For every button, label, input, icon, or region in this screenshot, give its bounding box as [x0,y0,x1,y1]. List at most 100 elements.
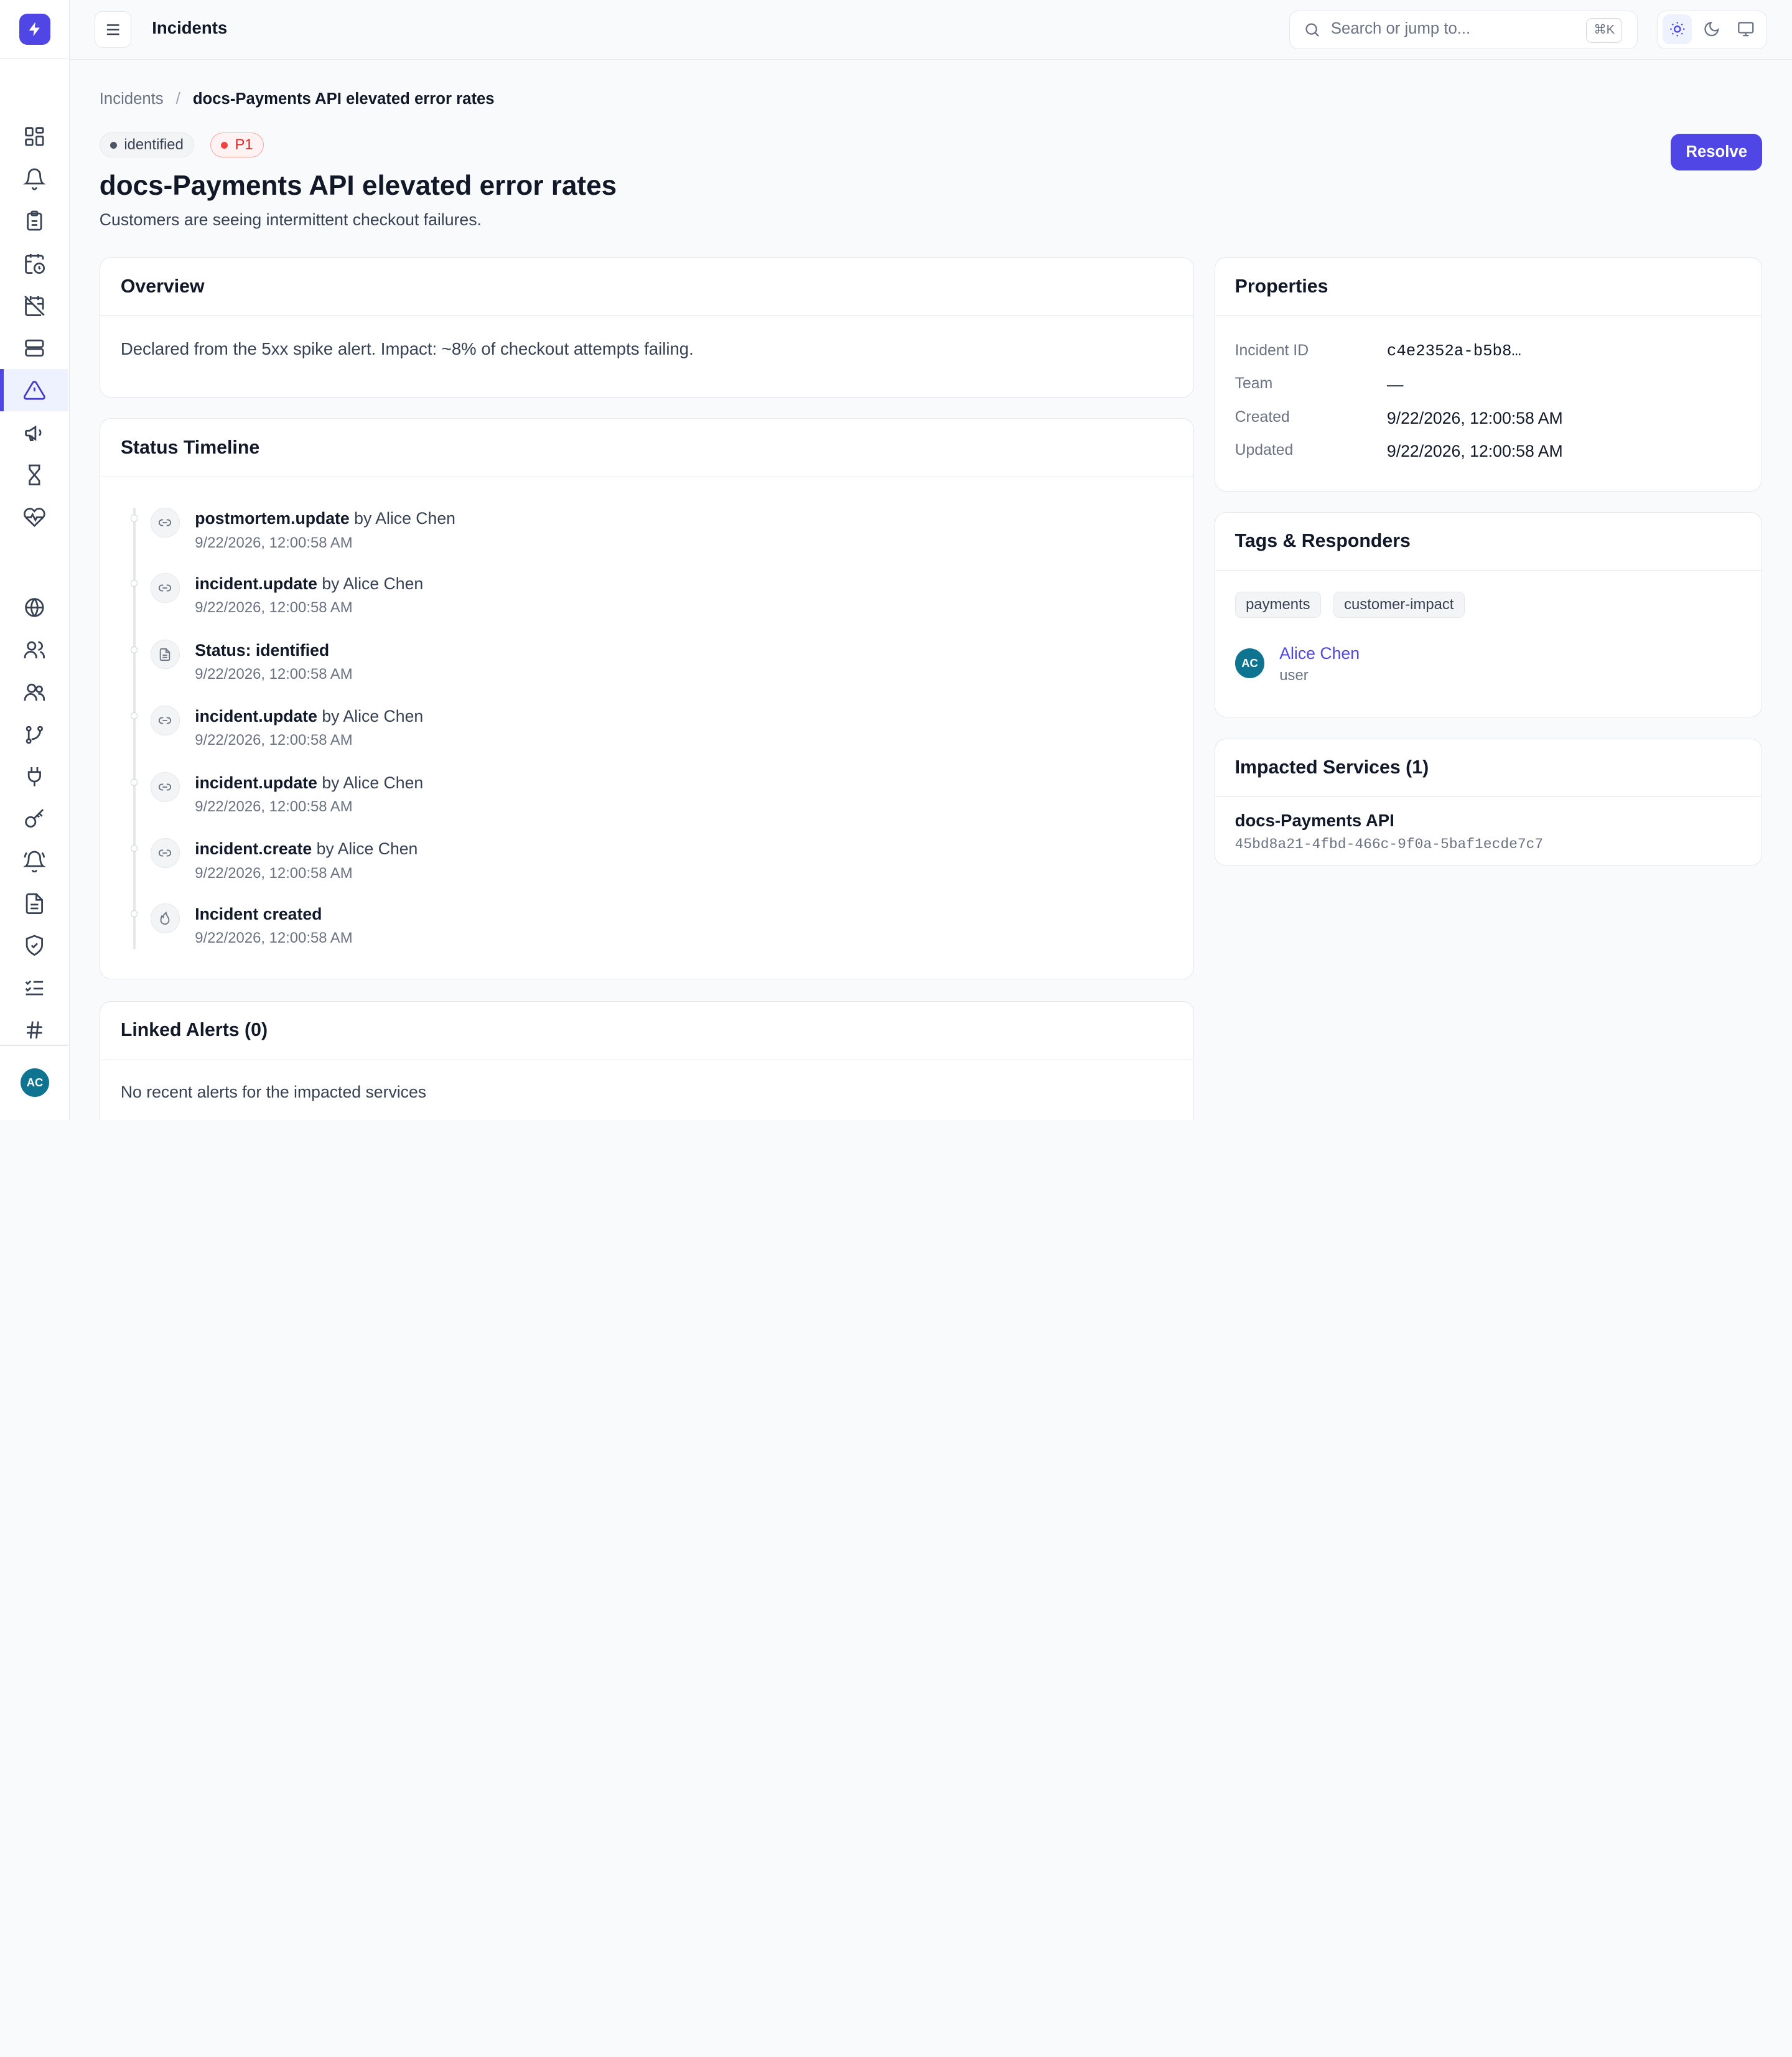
timeline-time: 9/22/2026, 12:00:58 AM [195,732,353,749]
monitor-icon [1737,22,1754,37]
timeline-event: Incident created [195,904,322,923]
properties-card: Properties Incident ID c4e2352a-b5b8… Te… [1215,257,1763,492]
dark-theme-button[interactable] [1697,14,1727,44]
properties-heading: Properties [1215,258,1762,316]
property-value[interactable]: c4e2352a-b5b8… [1387,342,1521,360]
timeline-time: 9/22/2026, 12:00:58 AM [195,864,353,882]
timeline-time: 9/22/2026, 12:00:58 AM [195,534,353,551]
dashboard-icon [24,127,44,146]
hamburger-icon [107,24,119,35]
severity-dot [221,141,228,149]
sidebar-item-announcements[interactable] [0,411,68,454]
sidebar-item-schedules[interactable] [0,242,68,284]
sidebar-item-incidents[interactable] [0,369,69,412]
sidebar-item-workflows[interactable] [0,713,68,755]
sidebar-divider [0,1044,69,1046]
light-theme-button[interactable] [1662,14,1692,44]
menu-toggle-button[interactable] [95,11,132,49]
search-shortcut-hint: ⌘K [1586,17,1623,43]
timeline-event: incident.update [195,707,317,726]
timeline-item: incident.update by Alice Chen 9/22/2026,… [100,772,1129,829]
sidebar-item-notifications[interactable] [0,840,68,882]
sidebar-item-timers[interactable] [0,454,68,496]
sidebar-item-services[interactable] [0,327,68,369]
property-label: Incident ID [1234,342,1309,360]
timeline-item: incident.update by Alice Chen 9/22/2026,… [100,706,1129,763]
bell-icon [22,168,46,190]
link-icon [150,508,180,538]
linked-alerts-card: Linked Alerts (0) No recent alerts for t… [99,1001,1195,1120]
sidebar-item-tasks[interactable] [0,200,68,242]
server-icon [24,339,44,357]
link-icon [150,573,180,603]
timeline-event: postmortem.update [195,509,350,528]
sidebar-item-security[interactable] [0,925,68,967]
git-branch-icon [26,725,43,744]
sidebar-item-alerts[interactable] [0,157,68,200]
status-badge: identified [99,133,195,158]
logo-bolt-icon[interactable] [19,14,50,45]
sidebar-item-dashboard[interactable] [0,116,68,158]
calendar-off-icon [24,296,45,316]
sidebar-item-maintenance[interactable] [0,284,68,327]
property-value: — [1386,375,1404,394]
timeline-item: incident.create by Alice Chen 9/22/2026,… [100,838,1129,895]
sidebar-item-api-keys[interactable] [0,798,68,840]
severity-badge: P1 [210,133,264,158]
system-theme-button[interactable] [1731,14,1761,44]
moon-icon [1704,22,1719,37]
resolve-button[interactable]: Resolve [1671,133,1763,170]
timeline-dot [131,778,138,786]
sun-icon [1669,22,1684,37]
sidebar-item-checklists[interactable] [0,967,68,1009]
breadcrumb-separator: / [175,90,180,108]
team-icon [24,683,45,701]
timeline-dot [131,646,138,653]
property-value: 9/22/2026, 12:00:58 AM [1386,441,1563,460]
list-checks-icon [25,981,43,996]
timeline-dot [131,580,138,587]
timeline-item: Status: identified 9/22/2026, 12:00:58 A… [100,639,1129,697]
timeline-item: postmortem.update by Alice Chen 9/22/202… [100,508,1129,565]
timeline-actor: by Alice Chen [322,574,424,593]
user-avatar[interactable]: AC [21,1068,49,1098]
overview-text: Declared from the 5xx spike alert. Impac… [120,338,694,358]
sidebar-item-health[interactable] [0,496,68,538]
sidebar-item-reports[interactable] [0,882,68,925]
plug-icon [27,767,41,786]
tag-chip[interactable]: payments [1234,591,1322,618]
timeline-event: incident.update [195,773,317,792]
search-input[interactable] [1330,17,1577,41]
timeline-item-title: Incident created [195,905,322,924]
overview-heading: Overview [100,258,1194,316]
impacted-services-heading: Impacted Services (1) [1215,739,1762,798]
timeline-item-title: incident.update by Alice Chen [195,707,423,726]
service-name-link[interactable]: docs-Payments API [1235,811,1394,831]
tags-responders-card: Tags & Responders payments customer-impa… [1215,511,1763,718]
timeline-item-title: incident.update by Alice Chen [195,773,423,793]
alert-triangle-icon [23,381,45,400]
page-description: Customers are seeing intermittent checko… [99,210,482,229]
tags-responders-heading: Tags & Responders [1215,513,1762,571]
sidebar-item-users[interactable] [0,628,68,671]
users-icon [24,641,45,658]
heart-pulse-icon [23,507,45,527]
hourglass-icon [28,464,40,485]
timeline-item-title: incident.update by Alice Chen [195,574,423,594]
timeline-item: incident.update by Alice Chen 9/22/2026,… [100,573,1129,630]
sidebar-item-integrations[interactable] [0,755,68,798]
tag-chip[interactable]: customer-impact [1333,591,1465,618]
timeline-item-title: incident.create by Alice Chen [195,839,418,859]
timeline-time: 9/22/2026, 12:00:58 AM [195,665,353,683]
sidebar-item-teams[interactable] [0,671,68,713]
timeline-event: incident.create [195,839,312,859]
globe-icon [24,598,44,617]
breadcrumb-incidents-link[interactable]: Incidents [100,90,164,108]
timeline-time: 9/22/2026, 12:00:58 AM [195,599,353,617]
sidebar-item-status-pages[interactable] [0,586,68,628]
search-box[interactable]: ⌘K [1289,10,1638,49]
document-icon [150,639,180,669]
property-value: 9/22/2026, 12:00:58 AM [1386,408,1563,427]
timeline-event: Status: identified [195,640,330,660]
responder-name-link[interactable]: Alice Chen [1279,644,1360,663]
